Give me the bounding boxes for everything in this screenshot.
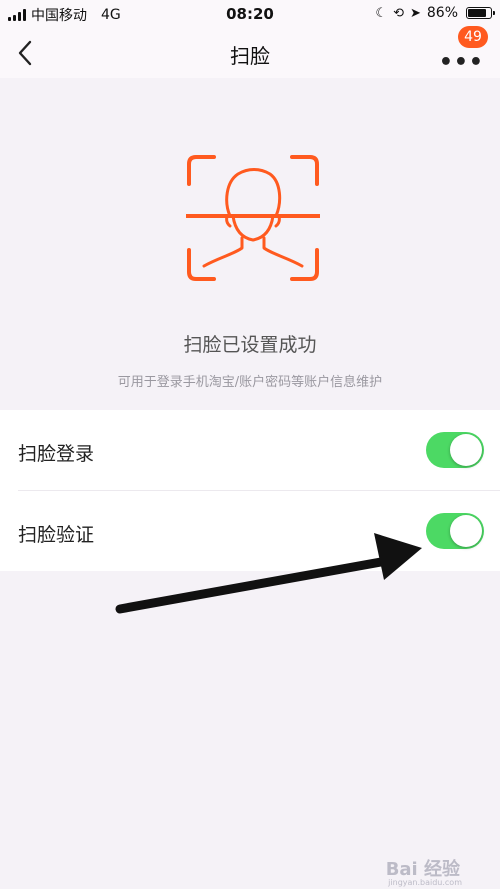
face-scan-icon	[186, 155, 320, 281]
status-right: ☾ ⟲ ➤ 86%	[375, 5, 495, 21]
face-login-label: 扫脸登录	[18, 443, 95, 465]
battery-icon	[466, 7, 495, 19]
watermark-url: jingyan.baidu.com	[388, 878, 462, 887]
setup-success-subtitle: 可用于登录手机淘宝/账户密码等账户信息维护	[117, 375, 383, 390]
notification-badge: 49	[458, 26, 488, 48]
setup-success-title: 扫脸已设置成功	[183, 334, 317, 356]
face-login-toggle[interactable]	[426, 432, 484, 468]
settings-list: 扫脸登录 扫脸验证	[0, 410, 500, 571]
setting-row-face-verify: 扫脸验证	[0, 491, 500, 571]
face-verify-label: 扫脸验证	[18, 524, 95, 546]
moon-icon: ☾	[375, 5, 388, 21]
toggle-knob	[450, 515, 482, 547]
setting-row-face-login: 扫脸登录	[0, 410, 500, 491]
status-bar: 中国移动 4G 08:20 ☾ ⟲ ➤ 86%	[0, 0, 500, 28]
battery-percent: 86%	[426, 5, 458, 21]
face-verify-toggle[interactable]	[426, 513, 484, 549]
location-icon: ➤	[409, 5, 421, 21]
more-button[interactable]: ••• 49	[439, 26, 488, 76]
toggle-knob	[450, 434, 482, 466]
battery-fill	[468, 9, 486, 17]
page-title: 扫脸	[230, 44, 270, 68]
nav-bar: 扫脸 ••• 49	[0, 26, 500, 78]
orientation-lock-icon: ⟲	[393, 5, 404, 21]
more-icon: •••	[438, 50, 484, 75]
